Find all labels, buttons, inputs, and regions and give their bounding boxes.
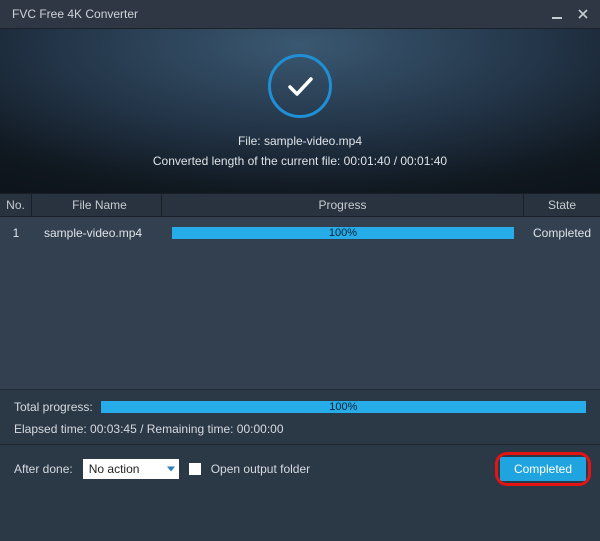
- col-header-progress: Progress: [162, 194, 524, 216]
- col-header-no: No.: [0, 194, 32, 216]
- total-progress-row: Total progress: 100%: [14, 400, 586, 414]
- summary-panel: Total progress: 100% Elapsed time: 00:03…: [0, 389, 600, 444]
- footer-bar: After done: No action Open output folder…: [0, 445, 600, 493]
- elapsed-remaining-line: Elapsed time: 00:03:45 / Remaining time:…: [14, 422, 586, 436]
- col-header-state: State: [524, 194, 600, 216]
- completed-button-label: Completed: [514, 462, 572, 476]
- row-progress-bar: 100%: [172, 227, 514, 239]
- converted-length-line: Converted length of the current file: 00…: [153, 154, 447, 168]
- window-controls: [550, 7, 590, 21]
- file-table-body: 1 sample-video.mp4 100% Completed: [0, 217, 600, 389]
- table-row[interactable]: 1 sample-video.mp4 100% Completed: [0, 217, 600, 249]
- close-button[interactable]: [576, 7, 590, 21]
- row-progress-label: 100%: [329, 227, 357, 239]
- cell-no: 1: [0, 226, 32, 240]
- total-progress-bar: 100%: [101, 401, 586, 413]
- total-progress-label: Total progress:: [14, 400, 93, 414]
- file-table-header: No. File Name Progress State: [0, 193, 600, 217]
- open-output-folder-label[interactable]: Open output folder: [211, 462, 310, 476]
- window-title: FVC Free 4K Converter: [12, 7, 138, 21]
- cell-filename: sample-video.mp4: [32, 226, 162, 240]
- after-done-select-value: No action: [89, 462, 140, 476]
- col-header-name: File Name: [32, 194, 162, 216]
- total-progress-percent: 100%: [329, 401, 357, 413]
- completed-button[interactable]: Completed: [500, 457, 586, 481]
- after-done-select[interactable]: No action: [83, 459, 179, 479]
- cell-progress: 100%: [162, 227, 524, 239]
- minimize-button[interactable]: [550, 7, 564, 21]
- app-window: FVC Free 4K Converter File: sample-video…: [0, 0, 600, 541]
- current-file-line: File: sample-video.mp4: [238, 134, 362, 148]
- success-check-icon: [268, 54, 332, 118]
- cell-state: Completed: [524, 226, 600, 240]
- open-output-folder-checkbox[interactable]: [189, 463, 201, 475]
- after-done-label: After done:: [14, 462, 73, 476]
- title-bar: FVC Free 4K Converter: [0, 0, 600, 28]
- chevron-down-icon: [167, 467, 175, 472]
- status-hero: File: sample-video.mp4 Converted length …: [0, 28, 600, 193]
